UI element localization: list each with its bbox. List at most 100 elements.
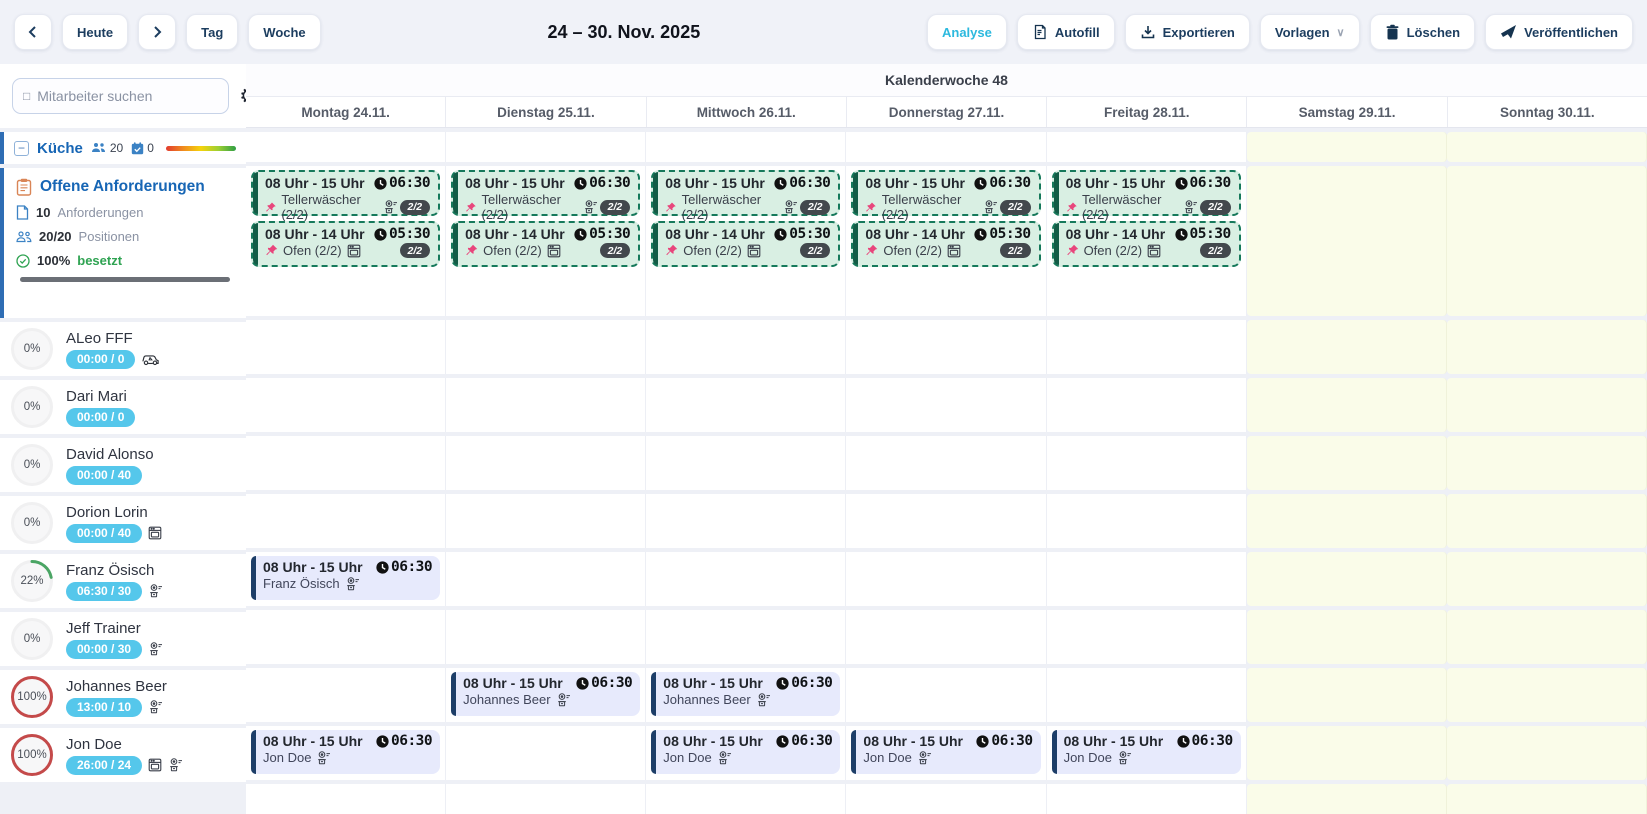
shift-card[interactable]: 08 Uhr - 15 Uhr06:30Franz Ösisch: [251, 556, 440, 600]
calendar-cell[interactable]: [846, 610, 1046, 664]
calendar-cell[interactable]: [246, 668, 446, 722]
shift-card[interactable]: 08 Uhr - 15 Uhr06:30Johannes Beer: [451, 672, 640, 716]
calendar-cell[interactable]: [1247, 132, 1447, 162]
calendar-cell[interactable]: [846, 552, 1046, 606]
calendar-cell[interactable]: [246, 378, 446, 432]
calendar-cell[interactable]: [1047, 436, 1247, 490]
calendar-cell[interactable]: [1447, 436, 1647, 490]
calendar-cell[interactable]: [1447, 320, 1647, 374]
requirement-card[interactable]: 08 Uhr - 15 Uhr06:30Tellerwäscher (2/2)2…: [851, 170, 1040, 216]
publish-button[interactable]: Veröffentlichen: [1485, 14, 1633, 50]
calendar-cell[interactable]: [1447, 668, 1647, 722]
calendar-cell[interactable]: [446, 132, 646, 162]
calendar-cell[interactable]: [1047, 610, 1247, 664]
employee-row[interactable]: 0%David Alonso00:00 / 40: [0, 438, 246, 492]
calendar-cell[interactable]: 08 Uhr - 15 Uhr06:30Tellerwäscher (2/2)2…: [1047, 166, 1247, 316]
calendar-cell[interactable]: [446, 378, 646, 432]
calendar-cell[interactable]: [1247, 668, 1447, 722]
calendar-cell[interactable]: [1447, 132, 1647, 162]
prev-week-button[interactable]: [14, 14, 52, 50]
calendar-cell[interactable]: 08 Uhr - 15 Uhr06:30Tellerwäscher (2/2)2…: [646, 166, 846, 316]
shift-card[interactable]: 08 Uhr - 15 Uhr06:30Jon Doe: [651, 730, 840, 774]
calendar-cell[interactable]: 08 Uhr - 15 Uhr06:30Jon Doe: [646, 726, 846, 780]
calendar-cell[interactable]: [1247, 166, 1447, 316]
employee-row[interactable]: 0%Jeff Trainer00:00 / 30: [0, 612, 246, 666]
calendar-cell[interactable]: [1047, 378, 1247, 432]
calendar-cell[interactable]: [846, 378, 1046, 432]
calendar-cell[interactable]: [1247, 726, 1447, 780]
calendar-cell[interactable]: [1047, 784, 1247, 814]
employee-row[interactable]: 22%Franz Ösisch06:30 / 30: [0, 554, 246, 608]
day-header-0[interactable]: Montag 24.11.: [246, 97, 446, 127]
calendar-cell[interactable]: [446, 552, 646, 606]
calendar-cell[interactable]: 08 Uhr - 15 Uhr06:30Franz Ösisch: [246, 552, 446, 606]
calendar-cell[interactable]: [1447, 378, 1647, 432]
calendar-cell[interactable]: [846, 668, 1046, 722]
requirement-card[interactable]: 08 Uhr - 14 Uhr05:30Ofen (2/2)2/2: [251, 221, 440, 267]
day-header-1[interactable]: Dienstag 25.11.: [446, 97, 646, 127]
calendar-cell[interactable]: [646, 494, 846, 548]
calendar-cell[interactable]: 08 Uhr - 15 Uhr06:30Tellerwäscher (2/2)2…: [846, 166, 1046, 316]
calendar-cell[interactable]: [1447, 726, 1647, 780]
calendar-cell[interactable]: [646, 552, 846, 606]
employee-row[interactable]: 100%Johannes Beer13:00 / 10: [0, 670, 246, 724]
calendar-cell[interactable]: [646, 784, 846, 814]
calendar-cell[interactable]: 08 Uhr - 15 Uhr06:30Johannes Beer: [446, 668, 646, 722]
day-header-3[interactable]: Donnerstag 27.11.: [847, 97, 1047, 127]
calendar-cell[interactable]: [1247, 784, 1447, 814]
calendar-cell[interactable]: [846, 132, 1046, 162]
requirement-card[interactable]: 08 Uhr - 15 Uhr06:30Tellerwäscher (2/2)2…: [651, 170, 840, 216]
calendar-cell[interactable]: [246, 436, 446, 490]
calendar-cell[interactable]: [246, 320, 446, 374]
templates-dropdown[interactable]: Vorlagen ∨: [1260, 14, 1360, 50]
shift-card[interactable]: 08 Uhr - 15 Uhr06:30Johannes Beer: [651, 672, 840, 716]
week-view-button[interactable]: Woche: [248, 14, 320, 50]
requirement-card[interactable]: 08 Uhr - 14 Uhr05:30Ofen (2/2)2/2: [651, 221, 840, 267]
calendar-cell[interactable]: [646, 320, 846, 374]
requirement-card[interactable]: 08 Uhr - 15 Uhr06:30Tellerwäscher (2/2)2…: [251, 170, 440, 216]
calendar-cell[interactable]: [446, 494, 646, 548]
calendar-cell[interactable]: [1247, 378, 1447, 432]
calendar-cell[interactable]: [846, 784, 1046, 814]
calendar-cell[interactable]: 08 Uhr - 15 Uhr06:30Tellerwäscher (2/2)2…: [446, 166, 646, 316]
employee-row[interactable]: 0%ALeo FFF00:00 / 0: [0, 322, 246, 376]
calendar-cell[interactable]: [1447, 784, 1647, 814]
calendar-cell[interactable]: [646, 378, 846, 432]
requirement-card[interactable]: 08 Uhr - 15 Uhr06:30Tellerwäscher (2/2)2…: [451, 170, 640, 216]
calendar-cell[interactable]: [1047, 668, 1247, 722]
calendar-cell[interactable]: [446, 726, 646, 780]
calendar-cell[interactable]: 08 Uhr - 15 Uhr06:30Jon Doe: [1047, 726, 1247, 780]
calendar-cell[interactable]: 08 Uhr - 15 Uhr06:30Jon Doe: [246, 726, 446, 780]
employee-row[interactable]: 0%Dari Mari00:00 / 0: [0, 380, 246, 434]
requirement-card[interactable]: 08 Uhr - 14 Uhr05:30Ofen (2/2)2/2: [451, 221, 640, 267]
calendar-cell[interactable]: [1247, 494, 1447, 548]
calendar-cell[interactable]: [1047, 552, 1247, 606]
requirement-card[interactable]: 08 Uhr - 15 Uhr06:30Tellerwäscher (2/2)2…: [1052, 170, 1241, 216]
calendar-cell[interactable]: [1447, 552, 1647, 606]
calendar-cell[interactable]: [1247, 320, 1447, 374]
calendar-cell[interactable]: 08 Uhr - 15 Uhr06:30Tellerwäscher (2/2)2…: [246, 166, 446, 316]
calendar-cell[interactable]: [1447, 610, 1647, 664]
calendar-cell[interactable]: [446, 610, 646, 664]
day-view-button[interactable]: Tag: [186, 14, 238, 50]
requirement-card[interactable]: 08 Uhr - 14 Uhr05:30Ofen (2/2)2/2: [851, 221, 1040, 267]
calendar-cell[interactable]: [1447, 166, 1647, 316]
calendar-cell[interactable]: [246, 494, 446, 548]
calendar-cell[interactable]: [1047, 132, 1247, 162]
group-row-kueche[interactable]: − Küche 20 0: [0, 132, 246, 164]
calendar-cell[interactable]: [1047, 320, 1247, 374]
shift-card[interactable]: 08 Uhr - 15 Uhr06:30Jon Doe: [251, 730, 440, 774]
calendar-cell[interactable]: [1447, 494, 1647, 548]
calendar-cell[interactable]: [446, 784, 646, 814]
calendar-cell[interactable]: [846, 494, 1046, 548]
calendar-cell[interactable]: [1247, 610, 1447, 664]
calendar-cell[interactable]: [646, 132, 846, 162]
analyse-button[interactable]: Analyse: [927, 14, 1007, 50]
calendar-cell[interactable]: [246, 784, 446, 814]
calendar-cell[interactable]: [1247, 436, 1447, 490]
calendar-cell[interactable]: [1247, 552, 1447, 606]
employee-search-field[interactable]: □: [12, 78, 229, 114]
search-input[interactable]: [37, 88, 218, 104]
day-header-4[interactable]: Freitag 28.11.: [1047, 97, 1247, 127]
export-button[interactable]: Exportieren: [1125, 14, 1250, 50]
